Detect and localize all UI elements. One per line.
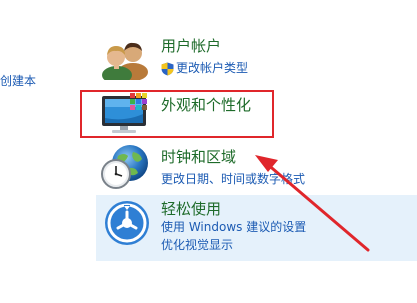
recommended-settings-link[interactable]: 使用 Windows 建议的设置 <box>161 219 306 235</box>
left-partial-link[interactable]: 创建本 <box>0 73 36 89</box>
annotation-highlight-box <box>80 90 274 138</box>
ease-of-access-title[interactable]: 轻松使用 <box>161 199 221 219</box>
user-accounts-title[interactable]: 用户帐户 <box>161 36 221 56</box>
uac-shield-icon <box>161 61 174 76</box>
clock-region-icon[interactable] <box>100 144 154 190</box>
user-accounts-icon[interactable] <box>100 38 154 84</box>
optimize-visual-display-link[interactable]: 优化视觉显示 <box>161 237 233 253</box>
control-panel-view: 创建本 用户帐户 更改帐户类型 外观和个性化 时钟和区域 更改日期、时间或数字格… <box>0 0 417 303</box>
change-account-type-link[interactable]: 更改帐户类型 <box>176 60 248 76</box>
ease-of-access-icon[interactable] <box>102 198 152 248</box>
clock-region-title[interactable]: 时钟和区域 <box>161 147 236 167</box>
change-date-time-format-link[interactable]: 更改日期、时间或数字格式 <box>161 171 305 187</box>
